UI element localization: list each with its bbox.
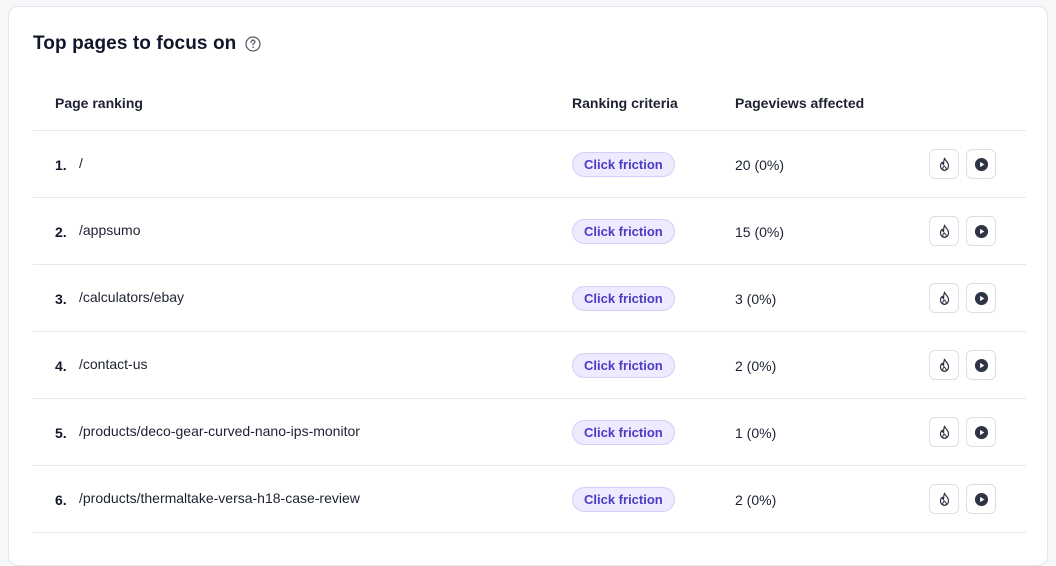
ranking-criteria-badge: Click friction: [572, 487, 675, 512]
pageviews-affected-value: 2 (0%): [735, 492, 777, 508]
watch-recordings-button[interactable]: [966, 283, 996, 313]
play-circle-icon: [974, 157, 989, 172]
pageviews-affected-value: 3 (0%): [735, 291, 777, 307]
page-path: /appsumo: [79, 222, 141, 238]
flame-icon: [937, 358, 952, 373]
play-circle-icon: [974, 291, 989, 306]
page-path: /contact-us: [79, 356, 148, 372]
table-header: Page ranking Ranking criteria Pageviews …: [33, 95, 1026, 131]
ranking-criteria-badge: Click friction: [572, 152, 675, 177]
flame-icon: [937, 224, 952, 239]
page-path: /: [79, 155, 83, 171]
table-row: 2. /appsumo Click friction 15 (0%): [33, 198, 1026, 265]
rank-number: 3.: [55, 291, 67, 307]
watch-recordings-button[interactable]: [966, 350, 996, 380]
watch-recordings-button[interactable]: [966, 216, 996, 246]
watch-recordings-button[interactable]: [966, 484, 996, 514]
flame-icon: [937, 492, 952, 507]
rank-number: 2.: [55, 224, 67, 240]
pageviews-affected-value: 1 (0%): [735, 425, 777, 441]
play-circle-icon: [974, 492, 989, 507]
column-header-page-ranking: Page ranking: [55, 95, 143, 111]
pageviews-affected-value: 20 (0%): [735, 157, 785, 173]
ranking-criteria-badge: Click friction: [572, 353, 675, 378]
top-pages-panel: Top pages to focus on Page ranking Ranki…: [8, 6, 1048, 566]
table-body: 1. / Click friction 20 (0%) 2. /appsumo …: [33, 131, 1026, 533]
ranking-criteria-badge: Click friction: [572, 420, 675, 445]
page-path: /products/deco-gear-curved-nano-ips-moni…: [79, 423, 360, 439]
table-row: 1. / Click friction 20 (0%): [33, 131, 1026, 198]
play-circle-icon: [974, 224, 989, 239]
table-row: 5. /products/deco-gear-curved-nano-ips-m…: [33, 399, 1026, 466]
watch-recordings-button[interactable]: [966, 149, 996, 179]
column-header-ranking-criteria: Ranking criteria: [572, 95, 678, 111]
rank-number: 1.: [55, 157, 67, 173]
pageviews-affected-value: 2 (0%): [735, 358, 777, 374]
view-heatmap-button[interactable]: [929, 283, 959, 313]
column-header-pageviews-affected: Pageviews affected: [735, 95, 865, 111]
pageviews-affected-value: 15 (0%): [735, 224, 785, 240]
panel-title: Top pages to focus on: [33, 33, 237, 54]
question-circle-icon[interactable]: [245, 36, 262, 52]
table-row: 4. /contact-us Click friction 2 (0%): [33, 332, 1026, 399]
panel-header: Top pages to focus on: [33, 33, 262, 55]
view-heatmap-button[interactable]: [929, 417, 959, 447]
page-path: /products/thermaltake-versa-h18-case-rev…: [79, 490, 360, 506]
ranking-criteria-badge: Click friction: [572, 286, 675, 311]
flame-icon: [937, 425, 952, 440]
flame-icon: [937, 157, 952, 172]
view-heatmap-button[interactable]: [929, 216, 959, 246]
flame-icon: [937, 291, 952, 306]
rank-number: 6.: [55, 492, 67, 508]
view-heatmap-button[interactable]: [929, 484, 959, 514]
play-circle-icon: [974, 358, 989, 373]
rank-number: 5.: [55, 425, 67, 441]
page-path: /calculators/ebay: [79, 289, 185, 305]
play-circle-icon: [974, 425, 989, 440]
ranking-criteria-badge: Click friction: [572, 219, 675, 244]
view-heatmap-button[interactable]: [929, 149, 959, 179]
watch-recordings-button[interactable]: [966, 417, 996, 447]
view-heatmap-button[interactable]: [929, 350, 959, 380]
table-row: 6. /products/thermaltake-versa-h18-case-…: [33, 466, 1026, 533]
table-row: 3. /calculators/ebay Click friction 3 (0…: [33, 265, 1026, 332]
rank-number: 4.: [55, 358, 67, 374]
